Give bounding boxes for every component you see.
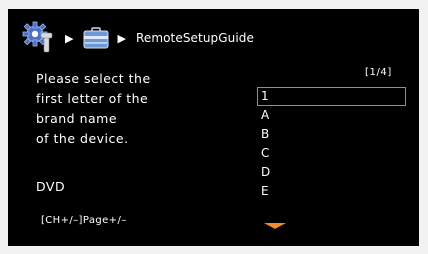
scroll-down-arrow-icon[interactable] [264, 223, 286, 229]
letter-item[interactable]: B [257, 125, 406, 144]
gear-icon [22, 21, 56, 55]
page-indicator: [1/4] [365, 67, 392, 78]
instruction-text: Please select the first letter of the br… [36, 69, 236, 149]
letter-item[interactable]: 1 [257, 87, 406, 106]
toolbox-icon [83, 27, 109, 49]
breadcrumb-separator: ▶ [117, 31, 126, 45]
letter-item[interactable]: C [257, 144, 406, 163]
breadcrumb: ▶ ▶ RemoteSetupGuide [22, 21, 412, 55]
breadcrumb-separator: ▶ [65, 31, 74, 45]
letter-item[interactable]: D [257, 163, 406, 182]
instruction-line: brand name [36, 111, 118, 126]
breadcrumb-current: RemoteSetupGuide [135, 31, 255, 45]
letter-item[interactable]: A [257, 106, 406, 125]
instruction-line: of the device. [36, 131, 129, 146]
instruction-line: Please select the [36, 71, 151, 86]
setup-screen: ▶ ▶ RemoteSetupGuide Please select the f… [8, 9, 419, 246]
device-type-label: DVD [36, 179, 66, 194]
letter-list: 1 A B C D E [257, 87, 406, 201]
letter-item[interactable]: E [257, 182, 406, 201]
instruction-line: first letter of the [36, 91, 149, 106]
page-hint: [CH+/–]Page+/– [41, 215, 127, 226]
